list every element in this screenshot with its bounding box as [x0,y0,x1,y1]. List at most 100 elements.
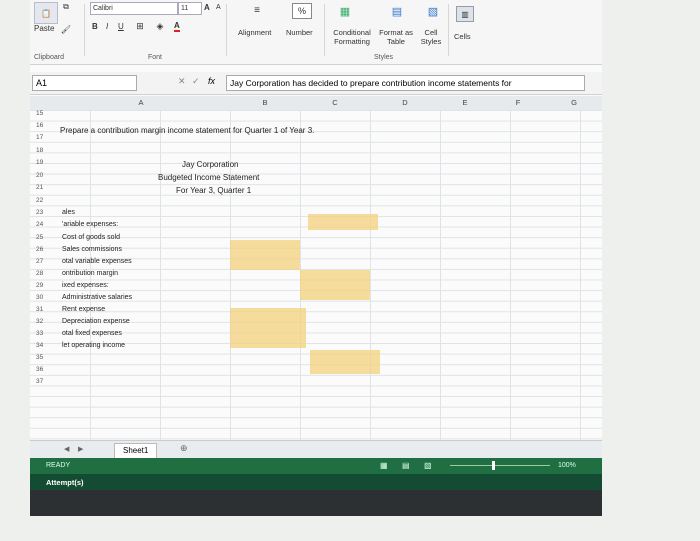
cogs-label[interactable]: Cost of goods sold [62,234,120,241]
row-header[interactable]: 27 [30,258,58,265]
column-header[interactable]: B [230,96,300,111]
column-header[interactable]: F [490,96,546,111]
highlighted-cell[interactable] [310,350,380,374]
conditional-formatting-icon[interactable]: ▦ [336,4,354,18]
fx-icon[interactable]: fx [208,76,215,86]
column-header[interactable]: E [440,96,490,111]
underline-button[interactable]: U [118,22,124,31]
depreciation-label[interactable]: Depreciation expense [62,318,130,325]
sheet-tab-bar: ◀ ▶ Sheet1 ⊕ [30,440,602,459]
row-header[interactable]: 26 [30,246,58,253]
percent-icon[interactable]: % [292,3,312,19]
row-header[interactable]: 17 [30,134,58,141]
column-header[interactable]: G [546,96,602,111]
paste-icon[interactable]: 📋 [34,2,58,24]
tab-prev-icon[interactable]: ◀ [64,445,69,453]
column-header[interactable]: A [52,96,230,111]
format-painter-icon[interactable]: 🖌 [60,24,72,34]
total-variable-label[interactable]: otal variable expenses [62,258,132,265]
highlighted-cell[interactable] [300,270,370,300]
clipboard-group: 📋 ⧉ Paste 🖌 Clipboard [30,0,82,64]
row-header[interactable]: 29 [30,282,58,289]
contribution-margin-label[interactable]: ontribution margin [62,270,118,277]
row-header[interactable]: 37 [30,378,58,385]
grow-font-button[interactable]: A [204,3,210,12]
row-header[interactable]: 16 [30,122,58,129]
alignment-icon[interactable]: ≡ [250,4,264,16]
statement-title-cell[interactable]: Budgeted Income Statement [158,173,259,182]
highlighted-cell[interactable] [230,308,306,348]
page-break-icon[interactable]: ▧ [424,461,432,470]
cell-styles-icon[interactable]: ▧ [424,4,442,18]
row-header[interactable]: 35 [30,354,58,361]
row-header[interactable]: 19 [30,159,58,166]
sheet-tab[interactable]: Sheet1 [114,443,158,459]
attempts-label: Attempt(s) [46,478,84,487]
normal-view-icon[interactable]: ▦ [380,461,388,470]
zoom-slider[interactable] [450,465,550,466]
company-name-cell[interactable]: Jay Corporation [182,160,238,169]
name-box[interactable]: A1 [32,75,137,91]
borders-icon[interactable]: ⊞ [134,21,146,31]
row-header[interactable]: 30 [30,294,58,301]
font-color-button[interactable]: A [174,21,180,32]
tab-next-icon[interactable]: ▶ [78,445,83,453]
sales-label[interactable]: ales [62,209,75,216]
conditional-formatting-button[interactable]: Conditional Formatting [326,28,378,46]
row-header[interactable]: 20 [30,172,58,179]
select-all-corner[interactable] [30,96,52,111]
column-header[interactable]: D [370,96,440,111]
paste-button[interactable]: Paste [34,24,54,33]
formula-input[interactable]: Jay Corporation has decided to prepare c… [226,75,585,91]
number-group: % Number [286,0,326,64]
sales-commissions-label[interactable]: Sales commissions [62,246,122,253]
row-header[interactable]: 33 [30,330,58,337]
bold-button[interactable]: B [92,22,98,31]
total-fixed-label[interactable]: otal fixed expenses [62,330,122,337]
row-header[interactable]: 18 [30,147,58,154]
zoom-thumb[interactable] [492,461,495,470]
fixed-expenses-label[interactable]: ixed expenses: [62,282,109,289]
fill-color-icon[interactable]: ◈ [154,21,166,31]
font-name-select[interactable]: Calibri [90,2,178,15]
alignment-button[interactable]: Alignment [238,28,271,37]
row-header[interactable]: 22 [30,197,58,204]
divider [324,4,325,56]
net-operating-income-label[interactable]: let operating income [62,342,125,349]
number-button[interactable]: Number [286,28,313,37]
copy-icon[interactable]: ⧉ [60,2,72,12]
page-layout-icon[interactable]: ▤ [402,461,410,470]
row-header[interactable]: 15 [30,110,58,117]
row-header[interactable]: 28 [30,270,58,277]
cancel-icon[interactable]: ✕ [178,76,186,87]
highlighted-cell[interactable] [308,214,378,230]
admin-salaries-label[interactable]: Administrative salaries [62,294,132,301]
cell-styles-button[interactable]: Cell Styles [416,28,446,46]
period-cell[interactable]: For Year 3, Quarter 1 [176,186,251,195]
font-size-select[interactable]: 11 [178,2,202,15]
format-as-table-button[interactable]: Format as Table [376,28,416,46]
shrink-font-button[interactable]: A [216,4,221,11]
row-header[interactable]: 34 [30,342,58,349]
row-header[interactable]: 23 [30,209,58,216]
format-table-icon[interactable]: ▤ [388,4,406,18]
row-header[interactable]: 21 [30,184,58,191]
divider [84,4,85,56]
rent-expense-label[interactable]: Rent expense [62,306,105,313]
cells-button[interactable]: Cells [454,32,471,41]
cells-icon[interactable]: ▥ [456,6,474,22]
instruction-cell[interactable]: Prepare a contribution margin income sta… [60,126,314,135]
add-sheet-icon[interactable]: ⊕ [180,443,188,454]
row-header[interactable]: 36 [30,366,58,373]
enter-icon[interactable]: ✓ [192,76,200,87]
row-header[interactable]: 24 [30,221,58,228]
row-header[interactable]: 25 [30,234,58,241]
font-label: Font [148,54,163,61]
variable-expenses-label[interactable]: 'ariable expenses: [62,221,118,228]
highlighted-cell[interactable] [230,240,300,270]
row-header[interactable]: 32 [30,318,58,325]
column-header[interactable]: C [300,96,370,111]
italic-button[interactable]: I [106,22,108,31]
excel-window: 📋 ⧉ Paste 🖌 Clipboard Calibri 11 A A B I… [30,0,602,516]
row-header[interactable]: 31 [30,306,58,313]
